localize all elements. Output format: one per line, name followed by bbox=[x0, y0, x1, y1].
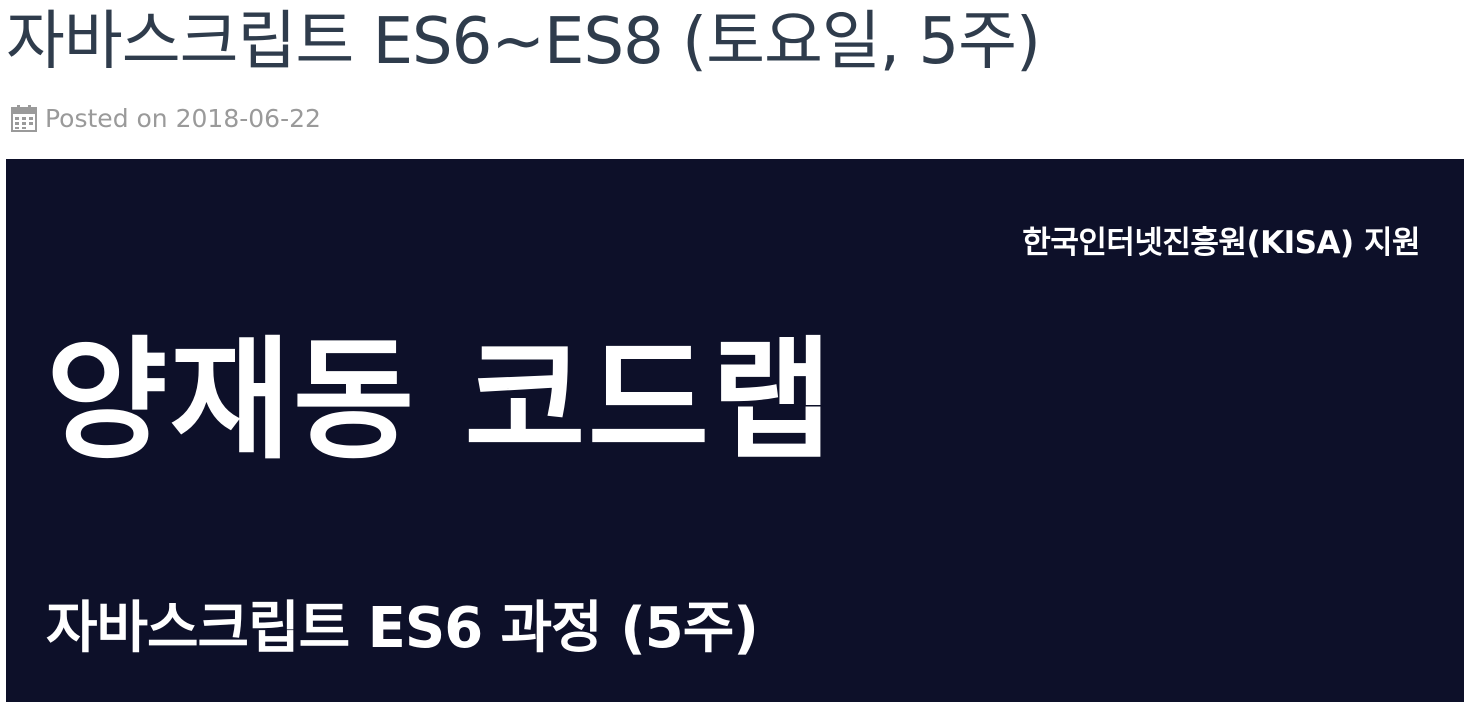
post-title: 자바스크립트 ES6~ES8 (토요일, 5주) bbox=[6, 5, 1041, 79]
post-date: 2018-06-22 bbox=[175, 103, 321, 133]
banner-support-text: 한국인터넷진흥원(KISA) 지원 bbox=[1022, 225, 1420, 261]
banner-title: 양재동 코드랩 bbox=[46, 324, 835, 478]
banner-course-name: 자바스크립트 ES6 과정 (5주) bbox=[46, 596, 759, 661]
course-banner-image: 한국인터넷진흥원(KISA) 지원 양재동 코드랩 자바스크립트 ES6 과정 … bbox=[6, 159, 1464, 702]
post-meta: Posted on 2018-06-22 bbox=[11, 101, 321, 135]
posted-on-label: Posted on bbox=[45, 103, 168, 133]
calendar-icon bbox=[11, 104, 37, 132]
